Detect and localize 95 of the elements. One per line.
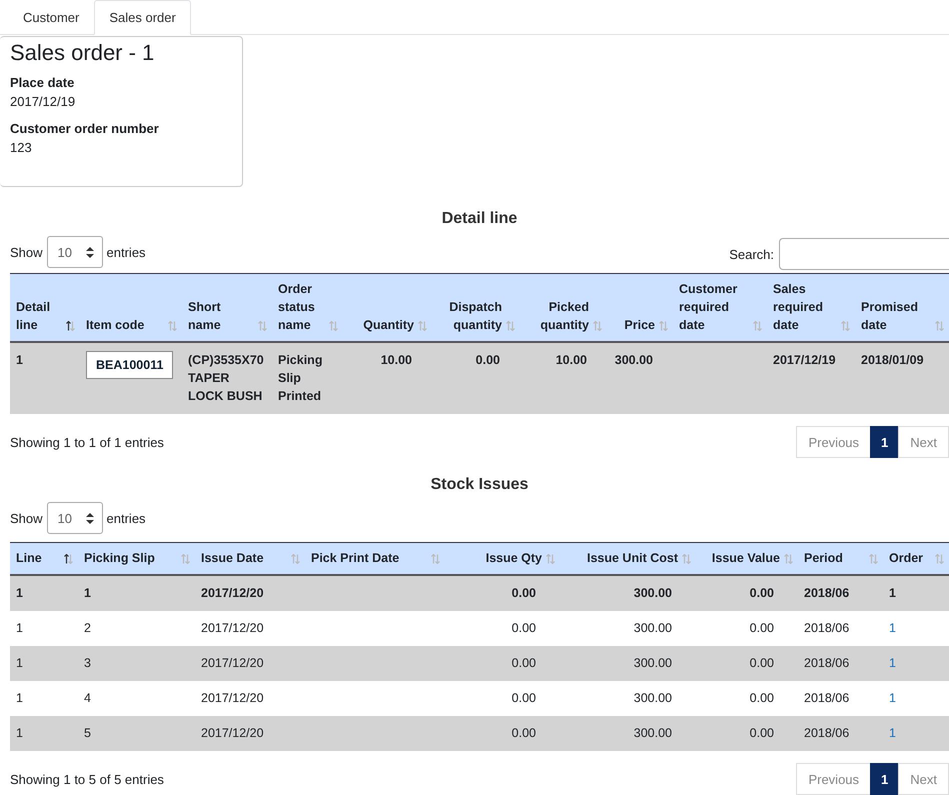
column-header[interactable]: Pick Print Date bbox=[305, 542, 445, 575]
search-label: Search: bbox=[729, 246, 774, 262]
order-link[interactable]: 1 bbox=[889, 691, 896, 705]
column-header[interactable]: Picked quantity bbox=[520, 274, 607, 342]
column-header[interactable]: Order status name bbox=[272, 274, 343, 342]
field-label: Customer order number bbox=[10, 121, 160, 136]
table-cell: 10.00 bbox=[380, 353, 412, 367]
column-header[interactable]: Price bbox=[607, 274, 673, 342]
table-cell: 1 bbox=[16, 656, 23, 670]
table-cell: 0.00 bbox=[750, 621, 774, 635]
table-cell: Picking Slip Printed bbox=[278, 353, 322, 403]
table-cell: 0.00 bbox=[750, 691, 774, 705]
table-cell: 2017/12/20 bbox=[201, 621, 264, 635]
table-cell: 1 bbox=[84, 586, 91, 600]
entries-info: Showing 1 to 5 of 5 entries bbox=[10, 772, 164, 786]
pagination-button[interactable]: Previous bbox=[796, 763, 872, 795]
column-header[interactable]: Order bbox=[883, 542, 949, 575]
table-cell: 300.00 bbox=[634, 621, 672, 635]
table-cell: 2018/06 bbox=[804, 656, 850, 670]
item-code-button[interactable]: BEA100011 bbox=[86, 351, 174, 379]
page-size-select[interactable]: 10 bbox=[46, 236, 103, 268]
column-header[interactable]: Issue Qty bbox=[445, 542, 560, 575]
entries-label: entries bbox=[106, 244, 146, 260]
pagination-button[interactable]: 1 bbox=[870, 426, 900, 458]
table-cell: 2018/06 bbox=[804, 621, 850, 635]
table-cell: 5 bbox=[84, 726, 91, 740]
table-cell: 2018/06 bbox=[804, 726, 850, 740]
column-header[interactable]: Item code bbox=[80, 274, 182, 342]
show-label: Show bbox=[10, 244, 43, 260]
column-header[interactable]: Sales required date bbox=[767, 274, 855, 342]
table-cell: 0.00 bbox=[750, 656, 774, 670]
table-cell: 2018/06 bbox=[804, 691, 850, 705]
column-header[interactable]: Line bbox=[10, 542, 78, 575]
table-cell: 300.00 bbox=[634, 586, 672, 600]
table-cell: 0.00 bbox=[512, 656, 536, 670]
column-header[interactable]: Period bbox=[798, 542, 883, 575]
table-cell: 2018/01/09 bbox=[861, 353, 924, 367]
table-cell: 1 bbox=[16, 586, 23, 600]
table-cell: 0.00 bbox=[512, 586, 536, 600]
field-value: 2017/12/19 bbox=[10, 94, 76, 109]
table-cell: 3 bbox=[84, 656, 91, 670]
column-header[interactable]: Issue Value bbox=[696, 542, 798, 575]
table-cell: 1 bbox=[16, 691, 23, 705]
column-header[interactable]: Issue Unit Cost bbox=[560, 542, 696, 575]
page-size-select[interactable]: 10 bbox=[46, 502, 103, 534]
table-cell: 0.00 bbox=[512, 621, 536, 635]
card-title: Sales order - 1 bbox=[10, 40, 154, 66]
search-field[interactable] bbox=[779, 238, 949, 270]
pagination-button[interactable]: Previous bbox=[796, 426, 872, 458]
table-cell: 0.00 bbox=[512, 691, 536, 705]
pagination-button[interactable]: 1 bbox=[870, 763, 900, 795]
table-cell: 2017/12/20 bbox=[201, 656, 264, 670]
show-label: Show bbox=[10, 510, 43, 526]
pagination-button[interactable]: Next bbox=[898, 763, 949, 795]
tab[interactable]: Sales order bbox=[94, 0, 191, 35]
table-cell: 300.00 bbox=[634, 656, 672, 670]
column-header[interactable]: Short name bbox=[182, 274, 272, 342]
column-header[interactable]: Customer required date bbox=[673, 274, 767, 342]
table-title: Detail line bbox=[440, 210, 518, 228]
table-cell: 0.00 bbox=[512, 726, 536, 740]
table-cell: 2017/12/20 bbox=[201, 691, 264, 705]
table-cell: 1 bbox=[16, 621, 23, 635]
table-cell: 2017/12/19 bbox=[773, 353, 836, 367]
column-header[interactable]: Detail line bbox=[10, 274, 80, 342]
table-cell: 300.00 bbox=[634, 726, 672, 740]
table-cell: (CP)3535X70 TAPER LOCK BUSH bbox=[188, 353, 264, 403]
table-cell: 2 bbox=[84, 621, 91, 635]
table-cell: 4 bbox=[84, 691, 91, 705]
table-cell: 1 bbox=[16, 726, 23, 740]
spinner-icon bbox=[86, 512, 94, 524]
column-header[interactable]: Dispatch quantity bbox=[432, 274, 520, 342]
table-cell: 10.00 bbox=[556, 353, 587, 367]
table-cell: 2017/12/20 bbox=[201, 586, 264, 600]
tab[interactable]: Customer bbox=[8, 0, 94, 35]
entries-label: entries bbox=[106, 510, 146, 526]
table-cell: 0.00 bbox=[750, 586, 774, 600]
table-cell: 2017/12/20 bbox=[201, 726, 264, 740]
table-cell: 300.00 bbox=[634, 691, 672, 705]
column-header[interactable]: Picking Slip bbox=[78, 542, 195, 575]
table-cell: 1 bbox=[889, 586, 896, 600]
column-header[interactable]: Quantity bbox=[343, 274, 432, 342]
table-title: Stock Issues bbox=[430, 476, 530, 494]
field-value: 123 bbox=[10, 140, 33, 155]
table-cell: 0.00 bbox=[750, 726, 774, 740]
table-cell: 1 bbox=[16, 353, 23, 367]
pagination-button[interactable]: Next bbox=[898, 426, 949, 458]
entries-info: Showing 1 to 1 of 1 entries bbox=[10, 434, 164, 450]
order-link[interactable]: 1 bbox=[889, 621, 896, 635]
spinner-icon bbox=[86, 246, 94, 258]
column-header[interactable]: Issue Date bbox=[195, 542, 305, 575]
table-cell: 0.00 bbox=[476, 353, 500, 367]
table-cell: 300.00 bbox=[614, 353, 653, 367]
column-header[interactable]: Promised date bbox=[855, 274, 949, 342]
table-cell: 2018/06 bbox=[804, 586, 850, 600]
field-label: Place date bbox=[10, 75, 76, 90]
